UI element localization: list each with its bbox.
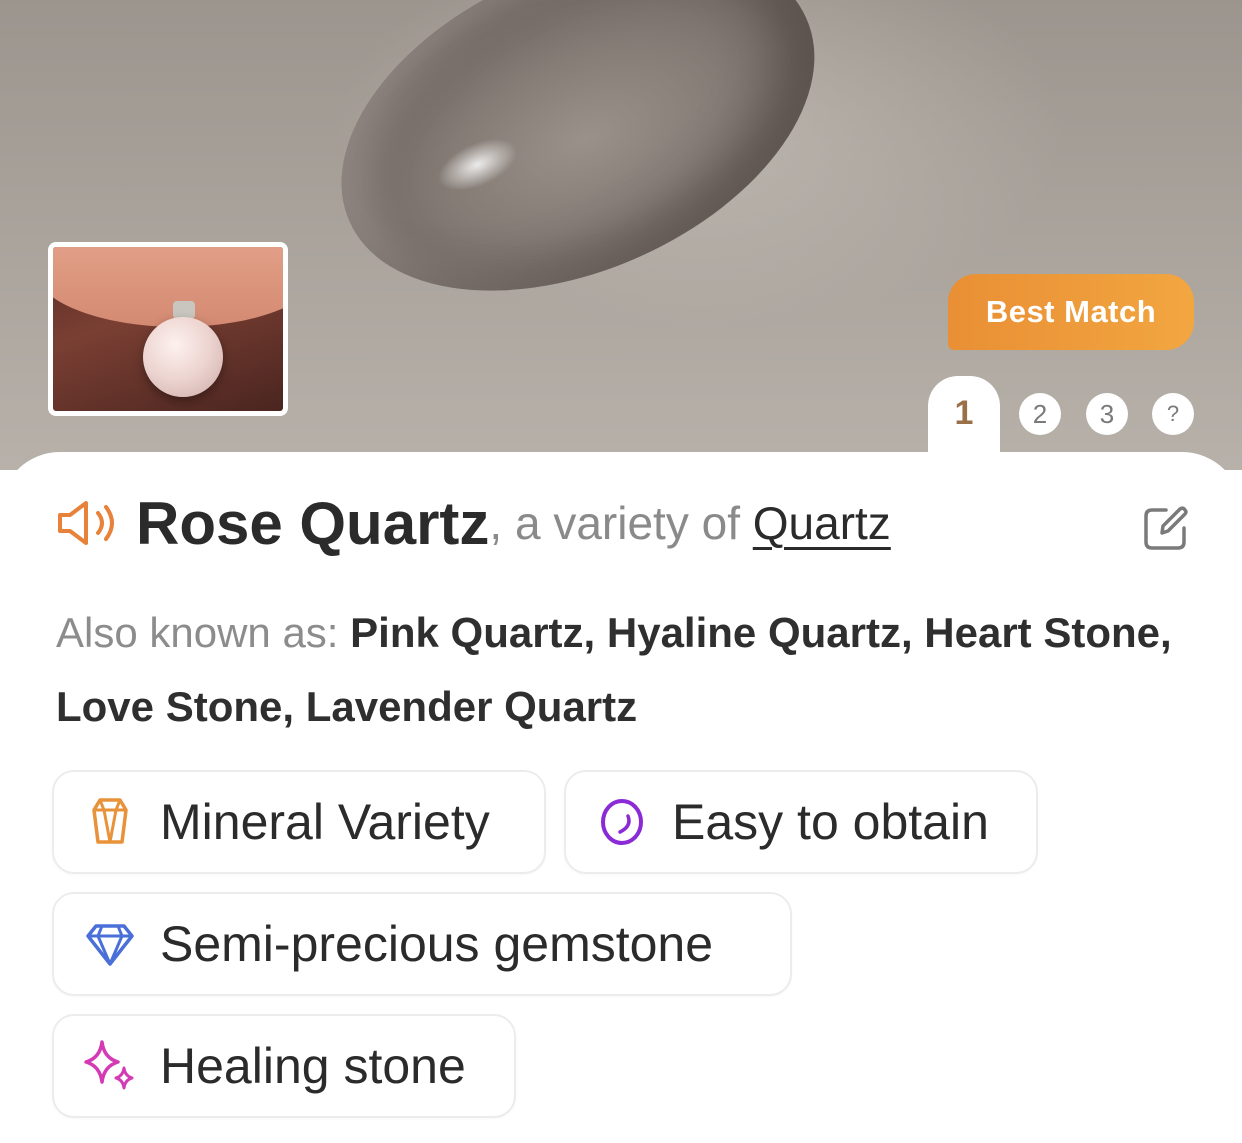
speaker-icon[interactable] (56, 498, 122, 548)
tag-healing-stone[interactable]: Healing stone (52, 1014, 516, 1118)
tag-mineral-variety[interactable]: Mineral Variety (52, 770, 546, 874)
tag-easy-to-obtain[interactable]: Easy to obtain (564, 770, 1038, 874)
pager-page-3[interactable]: 3 (1086, 393, 1128, 435)
user-photo-thumbnail[interactable] (48, 242, 288, 416)
tag-label: Healing stone (160, 1038, 466, 1094)
tag-label: Easy to obtain (672, 794, 989, 850)
aka-label: Also known as: (56, 609, 351, 656)
tag-label: Mineral Variety (160, 794, 490, 850)
thumbnail-bead (143, 317, 223, 397)
result-name: Rose Quartz (136, 489, 490, 557)
result-title-row: Rose Quartz , a variety of Quartz (56, 480, 1186, 566)
thumbnail-finger (53, 247, 283, 327)
pager-help[interactable]: ? (1152, 393, 1194, 435)
also-known-as: Also known as: Pink Quartz, Hyaline Quar… (56, 596, 1186, 744)
pager-page-2[interactable]: 2 (1019, 393, 1061, 435)
parent-mineral-link[interactable]: Quartz (753, 496, 891, 550)
circle-icon (601, 799, 643, 845)
tag-semi-precious-gemstone[interactable]: Semi-precious gemstone (52, 892, 792, 996)
sparkle-icon (84, 1040, 134, 1090)
variety-text: , a variety of (489, 497, 753, 549)
tag-label: Semi-precious gemstone (160, 916, 714, 972)
best-match-badge: Best Match (948, 274, 1194, 350)
edit-icon[interactable] (1142, 504, 1190, 552)
diamond-icon (86, 924, 134, 966)
crystal-icon (92, 798, 128, 844)
